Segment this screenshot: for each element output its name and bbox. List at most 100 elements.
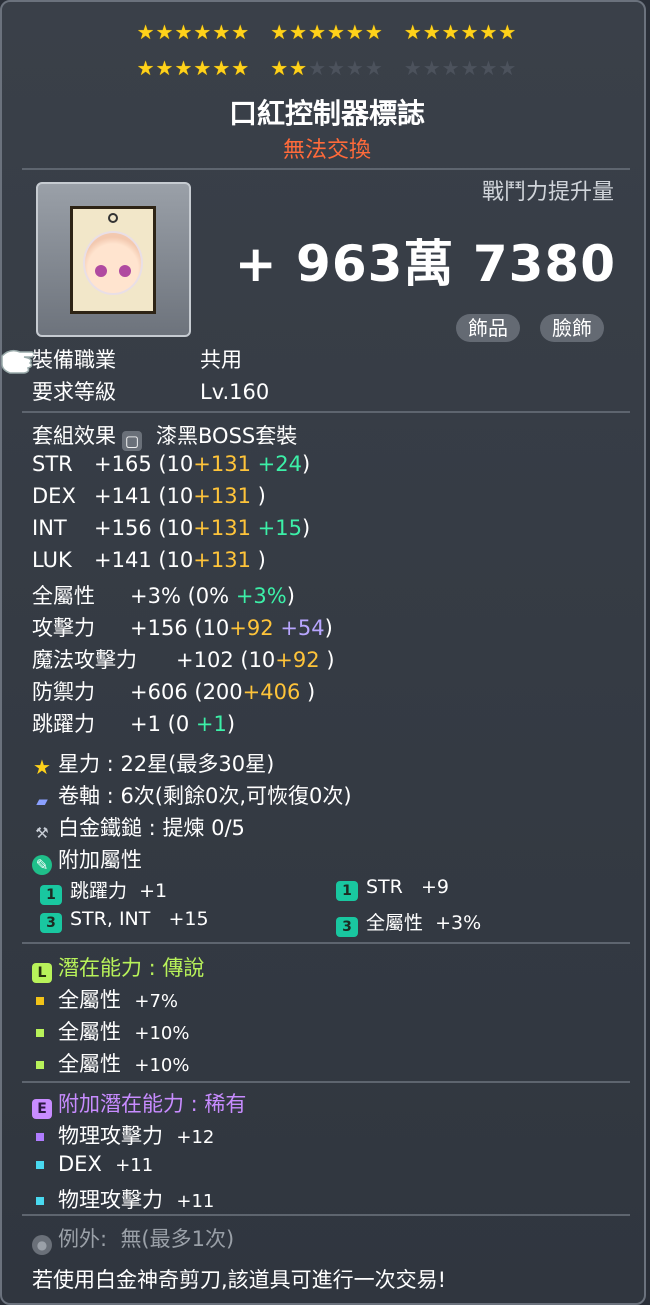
stat-total: +606 bbox=[130, 680, 188, 704]
stat-scroll: +131 bbox=[193, 484, 251, 508]
stat-close: ) bbox=[257, 484, 266, 508]
stat-name: 魔法攻擊力 bbox=[32, 648, 137, 672]
item-tooltip: ★★★★★★ ★★★★★★ ★★★★★★ ★★★★★★ ★★★★★★ ★★★★★★ 口紅… bbox=[0, 0, 646, 1305]
set-effect[interactable]: 套組效果 ▢ 漆黑BOSS套裝 bbox=[32, 420, 297, 451]
scroll-icon: ▰ bbox=[36, 792, 48, 810]
item-icon bbox=[36, 182, 191, 337]
stat-base: (10 bbox=[158, 452, 194, 476]
stat-base: (10 bbox=[158, 548, 194, 572]
stat-close: ) bbox=[326, 648, 335, 672]
star-force-row-1: ★★★★★★ ★★★★★★ ★★★★★★ bbox=[136, 20, 518, 44]
stat-row: STR +165 (10+131 +24) bbox=[32, 452, 310, 476]
potential-value: +10% bbox=[134, 1023, 190, 1044]
potential-line: 全屬性 +10% bbox=[36, 1048, 189, 1078]
potential-name: 全屬性 bbox=[58, 1020, 121, 1044]
divider bbox=[22, 1081, 630, 1083]
stat-name: 防禦力 bbox=[32, 680, 95, 704]
stat-total: +102 bbox=[176, 648, 234, 672]
leaf-icon: ✎ bbox=[32, 855, 52, 875]
potential-line: 全屬性 +7% bbox=[36, 984, 178, 1014]
stat-scroll: +92 bbox=[229, 616, 274, 640]
star-force-line: ★ 星力 : 22星(最多30星) bbox=[33, 752, 275, 779]
potential-value: +7% bbox=[134, 991, 178, 1012]
divider bbox=[22, 168, 630, 170]
potential-value: +12 bbox=[176, 1127, 215, 1148]
potential-value: +10% bbox=[134, 1055, 190, 1076]
potential-value: +11 bbox=[115, 1155, 154, 1176]
bonus-stats-header: ✎ 附加屬性 bbox=[32, 844, 142, 875]
bonus-item: 3 STR, INT +15 bbox=[40, 908, 209, 933]
potential-line: DEX +11 bbox=[36, 1152, 153, 1176]
footer-notice: 若使用白金神奇剪刀,該道具可進行一次交易! bbox=[32, 1268, 447, 1292]
bullet-icon bbox=[36, 1029, 44, 1037]
bullet-icon bbox=[36, 1061, 44, 1069]
stat-close: ) bbox=[226, 712, 236, 736]
stat-base: (10 bbox=[158, 484, 194, 508]
stat-base: (0% bbox=[187, 584, 230, 608]
bullet-icon bbox=[36, 1161, 44, 1169]
stat-row: 魔法攻擊力 +102 (10+92 ) bbox=[32, 644, 335, 674]
divider bbox=[22, 942, 630, 944]
potential-name: 物理攻擊力 bbox=[58, 1124, 163, 1148]
exception-line: ● 例外: 無(最多1次) bbox=[32, 1223, 234, 1255]
stat-row: DEX +141 (10+131 ) bbox=[32, 484, 266, 508]
stat-scroll: +131 bbox=[193, 516, 251, 540]
stat-scroll: +406 bbox=[242, 680, 301, 704]
star-force-row-2: ★★★★★★ ★★★★★★ ★★★★★★ bbox=[136, 56, 518, 80]
stat-close: ) bbox=[302, 452, 311, 476]
stat-total: +165 bbox=[94, 452, 152, 476]
stat-close: ) bbox=[324, 616, 333, 640]
stat-close: ) bbox=[302, 516, 311, 540]
potential-line: 全屬性 +10% bbox=[36, 1016, 189, 1046]
bonus-item: 1 STR +9 bbox=[336, 876, 449, 901]
face-tag-icon bbox=[70, 206, 156, 314]
stat-row: 全屬性 +3% (0% +3%) bbox=[32, 580, 295, 610]
epic-grade-icon: E bbox=[32, 1099, 52, 1119]
scroll-line: ▰ 卷軸 : 6次(剩餘0次,可恢復0次) bbox=[32, 780, 351, 811]
stat-extra: +3% bbox=[235, 584, 287, 608]
stat-base: (0 bbox=[167, 712, 190, 736]
bonus-item: 3 全屬性 +3% bbox=[336, 908, 481, 937]
req-level: 要求等級 Lv.160 bbox=[32, 380, 270, 404]
stat-close: ) bbox=[286, 584, 295, 608]
stat-total: +141 bbox=[94, 548, 152, 572]
stat-extra: +54 bbox=[280, 616, 325, 640]
potential-name: 全屬性 bbox=[58, 988, 121, 1012]
stat-total: +156 bbox=[94, 516, 152, 540]
stat-total: +141 bbox=[94, 484, 152, 508]
stat-row: LUK +141 (10+131 ) bbox=[32, 548, 266, 572]
bullet-icon bbox=[36, 1133, 44, 1141]
legendary-grade-icon: L bbox=[32, 963, 52, 983]
combat-boost-value: + 963萬 7380 bbox=[234, 235, 616, 293]
potential-name: DEX bbox=[58, 1152, 102, 1176]
stat-base: (10 bbox=[194, 616, 230, 640]
divider bbox=[22, 1214, 630, 1216]
stat-name: 攻擊力 bbox=[32, 616, 95, 640]
star-icon: ★ bbox=[33, 755, 51, 779]
tag-accessory: 飾品 bbox=[456, 314, 520, 342]
req-job: 裝備職業 共用 bbox=[32, 348, 242, 372]
stat-scroll: +92 bbox=[275, 648, 320, 672]
stat-scroll: +131 bbox=[193, 548, 251, 572]
potential-value: +11 bbox=[176, 1191, 215, 1212]
trade-status: 無法交換 bbox=[282, 138, 371, 163]
stat-name: STR bbox=[32, 452, 73, 476]
stat-extra: +1 bbox=[195, 712, 227, 736]
stat-name: 跳躍力 bbox=[32, 712, 95, 736]
stat-name: DEX bbox=[32, 484, 76, 508]
bonus-item: 1 跳躍力 +1 bbox=[40, 876, 167, 905]
stat-total: +156 bbox=[130, 616, 188, 640]
stat-base: (10 bbox=[158, 516, 194, 540]
hammer-line: ⚒ 白金鐵鎚 : 提煉 0/5 bbox=[32, 812, 245, 843]
potential-line: 物理攻擊力 +12 bbox=[36, 1120, 214, 1150]
stat-extra: +15 bbox=[257, 516, 302, 540]
stat-scroll: +131 bbox=[193, 452, 251, 476]
item-name: 口紅控制器標誌 bbox=[228, 97, 425, 130]
bullet-icon bbox=[36, 1197, 44, 1205]
stat-base: (10 bbox=[240, 648, 276, 672]
additional-potential-header: E 附加潛在能力 : 稀有 bbox=[32, 1088, 246, 1119]
potential-name: 全屬性 bbox=[58, 1052, 121, 1076]
combat-boost-label: 戰鬥力提升量 bbox=[481, 180, 614, 205]
stat-name: LUK bbox=[32, 548, 72, 572]
divider bbox=[22, 411, 630, 413]
